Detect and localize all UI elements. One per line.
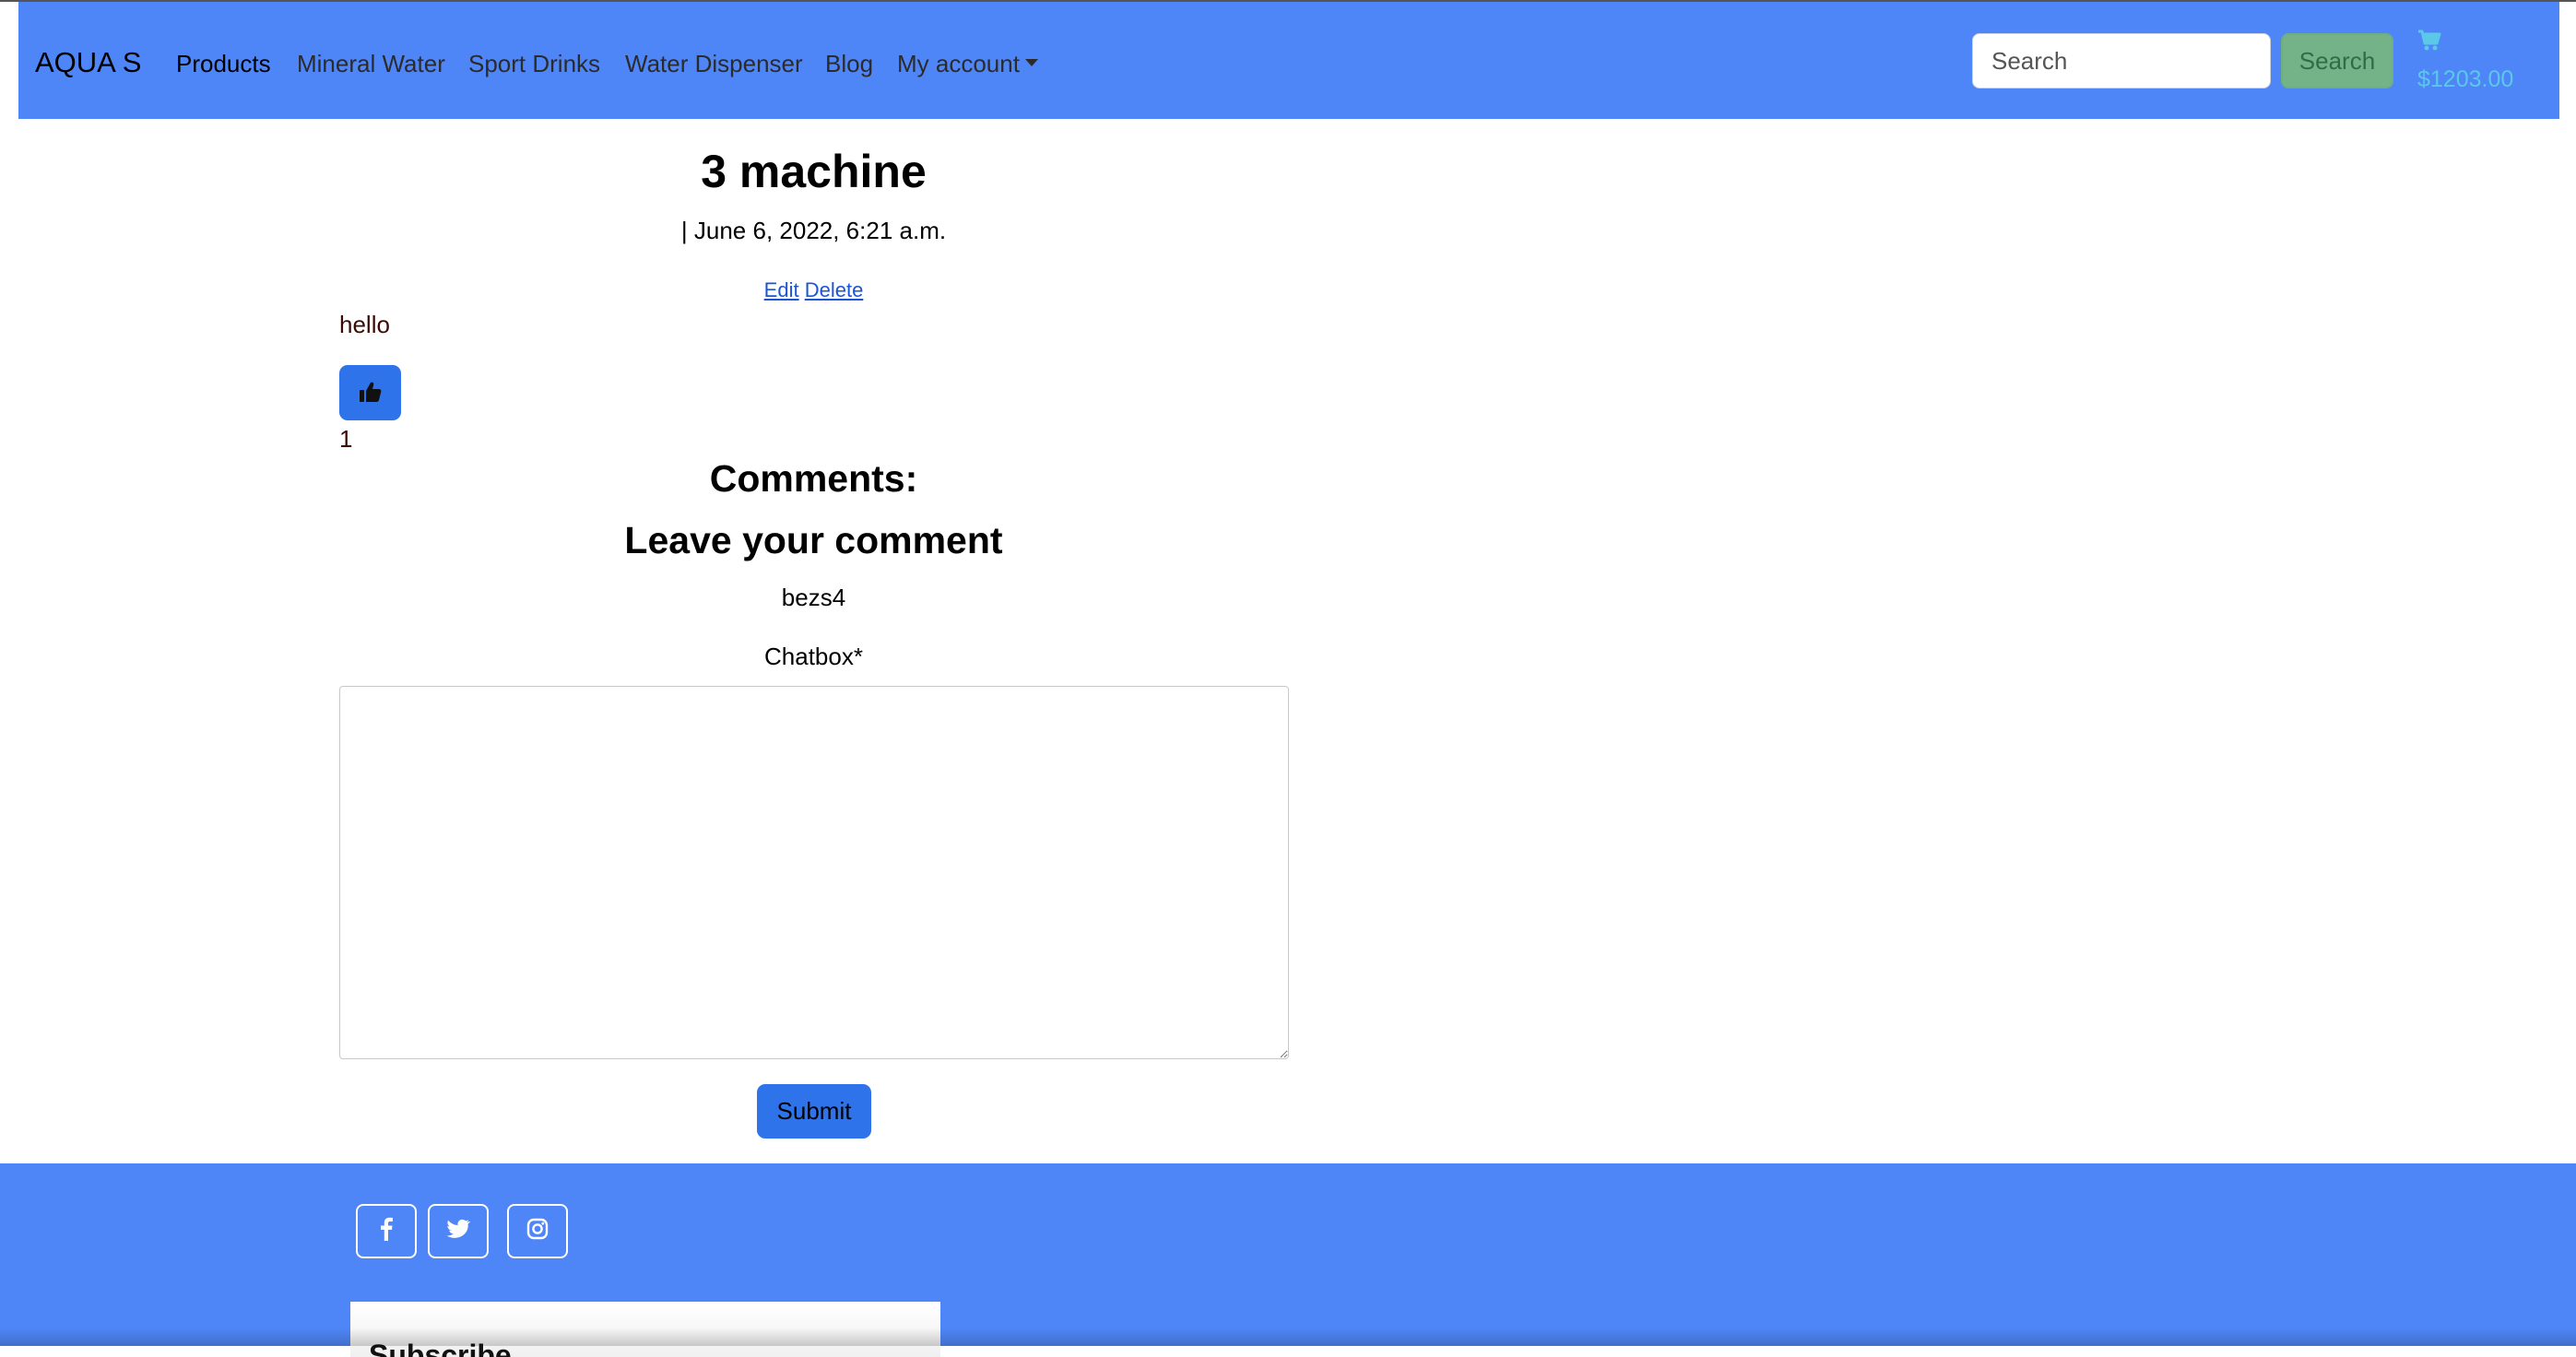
twitter-icon — [446, 1219, 470, 1244]
my-account-label: My account — [897, 50, 1020, 77]
twitter-button[interactable] — [428, 1204, 489, 1258]
thumbs-up-icon — [359, 381, 383, 406]
like-count: 1 — [339, 425, 353, 453]
nav-item-water-dispenser[interactable]: Water Dispenser — [625, 50, 803, 78]
facebook-button[interactable] — [356, 1204, 417, 1258]
brand-logo[interactable]: AQUA S — [35, 46, 141, 79]
submit-button[interactable]: Submit — [757, 1084, 871, 1139]
cart-link[interactable]: $1203.00 — [2417, 30, 2513, 92]
nav-item-my-account[interactable]: My account — [897, 50, 1038, 78]
delete-link[interactable]: Delete — [805, 278, 864, 301]
subscribe-card: Subscribe — [350, 1302, 940, 1357]
shopping-cart-icon — [2417, 30, 2441, 52]
post-body: hello — [339, 311, 390, 338]
comment-username: bezs4 — [781, 584, 846, 611]
nav-item-products[interactable]: Products — [176, 50, 271, 78]
instagram-icon — [526, 1218, 549, 1245]
chevron-down-icon — [1024, 59, 1038, 67]
facebook-icon — [380, 1217, 393, 1245]
like-button[interactable] — [339, 365, 401, 420]
edit-link[interactable]: Edit — [764, 278, 799, 301]
nav-item-mineral-water[interactable]: Mineral Water — [297, 50, 445, 78]
nav-item-blog[interactable]: Blog — [825, 50, 873, 78]
nav-item-sport-drinks[interactable]: Sport Drinks — [468, 50, 600, 78]
post-title: 3 machine — [701, 146, 927, 197]
navbar: AQUA S Products Mineral Water Sport Drin… — [18, 2, 2559, 119]
search-input[interactable] — [1972, 33, 2271, 88]
footer: Subscribe — [0, 1163, 2576, 1357]
leave-comment-heading: Leave your comment — [624, 519, 1003, 561]
chatbox-label: Chatbox* — [764, 643, 863, 670]
comments-heading: Comments: — [709, 457, 918, 500]
chatbox-textarea[interactable] — [339, 686, 1289, 1059]
post-date: | June 6, 2022, 6:21 a.m. — [680, 217, 947, 244]
post-actions: Edit Delete — [0, 278, 1627, 302]
instagram-button[interactable] — [507, 1204, 568, 1258]
subscribe-title: Subscribe — [369, 1339, 512, 1357]
cart-total: $1203.00 — [2417, 66, 2514, 92]
search-button[interactable]: Search — [2281, 33, 2393, 88]
